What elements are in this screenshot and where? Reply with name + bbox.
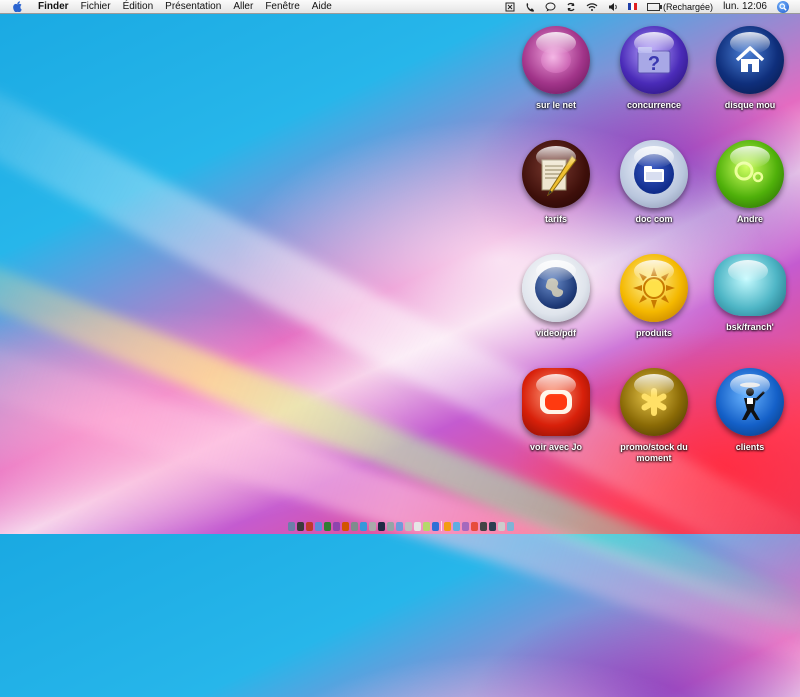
icon-label: bsk/franch': [726, 322, 774, 332]
menu-fichier[interactable]: Fichier: [75, 0, 117, 14]
desktop-icon-disque-mou[interactable]: disque mou: [695, 26, 800, 111]
desktop-icon-andre[interactable]: Andre: [695, 140, 800, 225]
icon-label: sur le net: [535, 100, 576, 110]
desktop-icon-bsk-franch[interactable]: bsk/franch': [695, 254, 800, 333]
dock: [288, 519, 514, 531]
icon-label: voir avec Jo: [529, 442, 583, 452]
globe-bubble-icon: [522, 26, 590, 94]
menu-presentation[interactable]: Présentation: [159, 0, 227, 14]
menu-bar: Finder Fichier Édition Présentation Alle…: [0, 0, 800, 14]
dock-app-icon[interactable]: [462, 522, 469, 531]
dock-app-icon[interactable]: [333, 522, 340, 531]
dock-app-icon[interactable]: [369, 522, 376, 531]
chat-icon[interactable]: [545, 2, 556, 12]
wifi-icon[interactable]: [586, 2, 598, 12]
battery-status-text: (Rechargée): [663, 1, 714, 12]
dock-app-icon[interactable]: [405, 522, 412, 531]
waiter-icon: [716, 368, 784, 436]
dock-app-icon[interactable]: [387, 522, 394, 531]
dock-app-icon[interactable]: [342, 522, 349, 531]
battery-status[interactable]: (Rechargée): [647, 2, 713, 12]
icon-label: tarifs: [544, 214, 567, 224]
desktop-icon-doc-com[interactable]: doc com: [599, 140, 709, 225]
star-icon: [620, 368, 688, 436]
home-icon: [716, 26, 784, 94]
spotlight-search-button[interactable]: [777, 0, 789, 13]
dock-app-icon[interactable]: [288, 522, 295, 531]
desktop-icon-voir-avec-jo[interactable]: voir avec Jo: [501, 368, 611, 453]
menu-fenetre[interactable]: Fenêtre: [259, 0, 305, 14]
volume-icon[interactable]: [608, 2, 618, 12]
desktop-icon-video-pdf[interactable]: video/pdf: [501, 254, 611, 339]
desktop-icon-clients[interactable]: clients: [695, 368, 800, 453]
dock-app-icon[interactable]: [306, 522, 313, 531]
green-bubble-icon: [716, 140, 784, 208]
dock-app-icon[interactable]: [378, 522, 385, 531]
dock-app-icon[interactable]: [453, 522, 460, 531]
dock-app-icon[interactable]: [324, 522, 331, 531]
icon-label: produits: [636, 328, 672, 338]
icon-label: Andre: [736, 214, 763, 224]
svg-text:?: ?: [648, 53, 660, 75]
menu-aide[interactable]: Aide: [306, 0, 338, 14]
icon-label: disque mou: [724, 100, 776, 110]
dock-app-icon[interactable]: [471, 522, 478, 531]
desktop-icon-concurrence[interactable]: ? concurrence: [599, 26, 709, 111]
desktop-icon-produits[interactable]: produits: [599, 254, 709, 339]
dock-app-icon[interactable]: [297, 522, 304, 531]
dock-app-icon[interactable]: [423, 522, 430, 531]
battery-icon: [647, 2, 663, 11]
dock-app-icon[interactable]: [351, 522, 358, 531]
teal-bubble-icon: [714, 254, 786, 316]
apple-menu-icon[interactable]: [12, 1, 22, 12]
dock-app-icon[interactable]: [396, 522, 403, 531]
earth-icon: [522, 254, 590, 322]
icon-label: doc com: [635, 214, 673, 224]
bluetooth-icon[interactable]: [505, 2, 515, 12]
tv-icon: [522, 368, 590, 436]
icon-label: concurrence: [626, 100, 682, 110]
icon-label: clients: [735, 442, 765, 452]
desktop-icon-tarifs[interactable]: tarifs: [501, 140, 611, 225]
spotlight-icon: [777, 0, 789, 13]
dock-app-icon[interactable]: [315, 522, 322, 531]
menu-edition[interactable]: Édition: [117, 0, 160, 14]
icon-label: promo/stock du moment: [620, 442, 688, 463]
dock-app-icon[interactable]: [489, 522, 496, 531]
menu-app-finder[interactable]: Finder: [32, 0, 75, 14]
folder-icon: [620, 140, 688, 208]
desktop-icon-sur-le-net[interactable]: sur le net: [501, 26, 611, 111]
phone-icon[interactable]: [525, 2, 535, 12]
dock-app-icon[interactable]: [432, 522, 439, 531]
desktop-icon-promo-stock-du-moment[interactable]: promo/stock du moment: [599, 368, 709, 464]
menubar-clock[interactable]: lun. 12:06: [723, 1, 767, 12]
dock-separator: [441, 521, 442, 531]
dock-app-icon[interactable]: [507, 522, 514, 531]
question-folder-icon: ?: [620, 26, 688, 94]
dock-app-icon[interactable]: [414, 522, 421, 531]
dock-app-icon[interactable]: [360, 522, 367, 531]
dock-app-icon[interactable]: [480, 522, 487, 531]
document-pencil-icon: [522, 140, 590, 208]
icon-label: video/pdf: [536, 328, 576, 338]
dock-app-icon[interactable]: [444, 522, 451, 531]
dock-app-icon[interactable]: [498, 522, 505, 531]
language-flag-icon[interactable]: [628, 3, 638, 10]
sync-icon[interactable]: [566, 2, 576, 12]
sun-icon: [620, 254, 688, 322]
menu-aller[interactable]: Aller: [227, 0, 259, 14]
